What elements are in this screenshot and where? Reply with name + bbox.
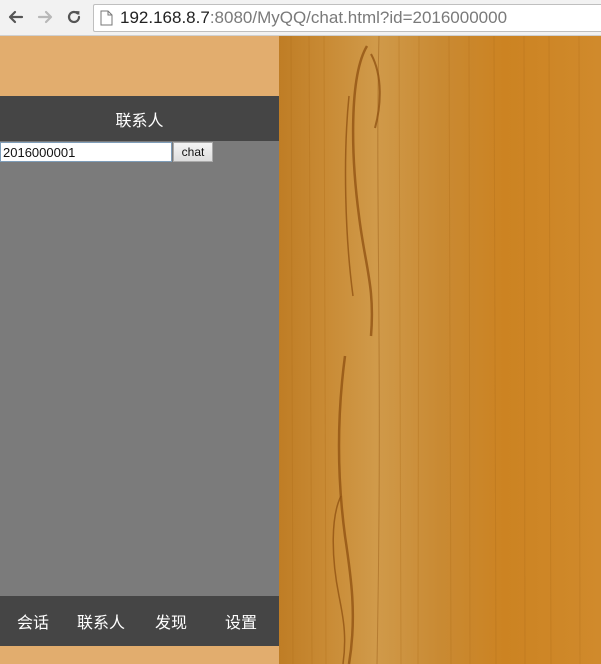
tab-discover[interactable]: 发现 (136, 609, 206, 633)
chat-id-input[interactable] (0, 142, 172, 162)
chat-button[interactable]: chat (173, 142, 213, 162)
bottom-nav: 会话 联系人 发现 设置 (0, 596, 279, 646)
reload-button[interactable] (63, 6, 85, 28)
bottom-spacer (0, 646, 279, 664)
page-icon (100, 10, 113, 26)
tab-contacts[interactable]: 联系人 (66, 609, 136, 633)
wood-background (279, 36, 601, 664)
url-path: :8080/MyQQ/chat.html?id=2016000000 (209, 8, 508, 27)
reload-icon (67, 10, 81, 24)
page-title: 联系人 (0, 96, 279, 141)
url-host: 192.168.8.7 (120, 8, 210, 27)
back-button[interactable] (5, 6, 27, 28)
back-arrow-icon (8, 10, 24, 24)
address-bar[interactable]: 192.168.8.7:8080/MyQQ/chat.html?id=20160… (93, 4, 601, 32)
contacts-panel: chat (0, 141, 279, 596)
forward-button[interactable] (34, 6, 56, 28)
browser-toolbar: 192.168.8.7:8080/MyQQ/chat.html?id=20160… (0, 0, 601, 36)
top-spacer (0, 36, 279, 96)
tab-conversations[interactable]: 会话 (0, 609, 66, 633)
url-text: 192.168.8.7:8080/MyQQ/chat.html?id=20160… (120, 8, 507, 28)
tab-settings[interactable]: 设置 (206, 609, 276, 633)
forward-arrow-icon (37, 10, 53, 24)
